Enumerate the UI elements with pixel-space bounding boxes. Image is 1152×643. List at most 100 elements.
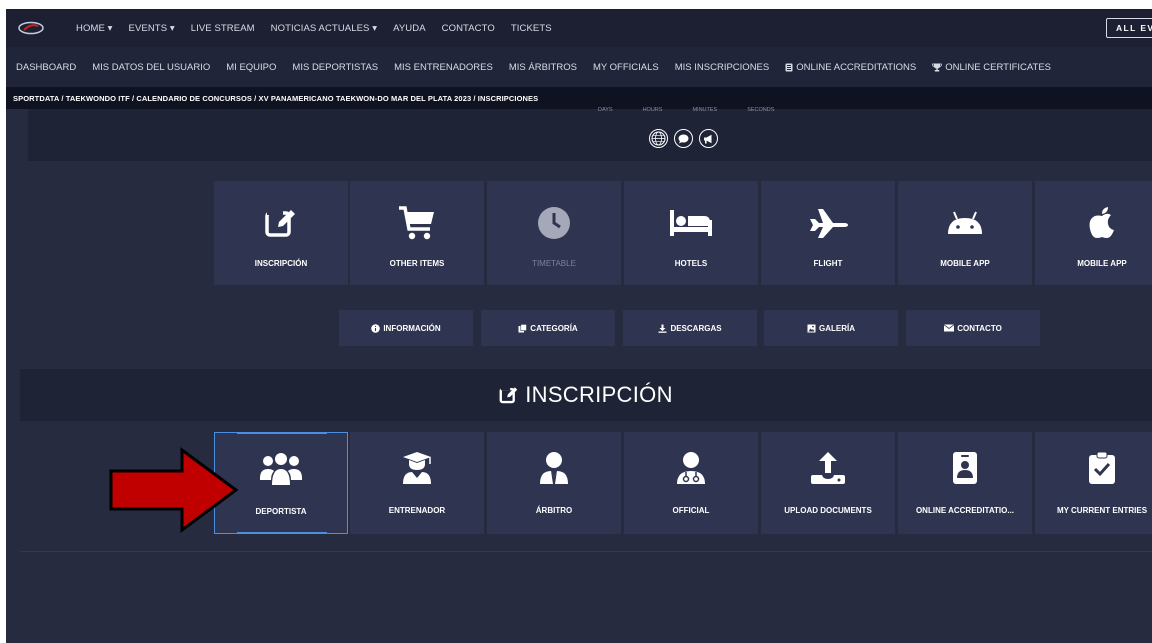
nav-contacto[interactable]: CONTACTO [442, 23, 495, 34]
globe-icon[interactable] [649, 129, 668, 148]
tile-label: HOTELS [674, 259, 708, 268]
section-title: INSCRIPCIÓN [525, 382, 673, 407]
coach-icon [403, 452, 431, 484]
info-circle-icon [371, 323, 381, 333]
subnav-mi-equipo[interactable]: MI EQUIPO [226, 62, 276, 73]
megaphone-icon[interactable] [699, 129, 718, 148]
info-button-informacion[interactable]: INFORMACIÓN [339, 310, 473, 346]
sportdata-logo-icon[interactable] [18, 21, 44, 35]
content-divider [20, 551, 1152, 552]
subnav-mis-entrenadores[interactable]: MIS ENTRENADORES [394, 62, 493, 73]
subnav-mis-deportistas[interactable]: MIS DEPORTISTAS [292, 62, 378, 73]
online-certificates-label: ONLINE CERTIFICATES [945, 61, 1051, 73]
tile-online-accreditation[interactable]: ONLINE ACCREDITATIO... [898, 432, 1032, 534]
upload-icon [811, 452, 845, 484]
info-button-label: DESCARGAS [670, 323, 722, 333]
id-badge-icon [953, 452, 977, 484]
selected-indicator-top [237, 432, 327, 434]
tile-entrenador[interactable]: ENTRENADOR [350, 432, 484, 534]
referee-icon [540, 452, 568, 484]
countdown-hours-label: HOURS [642, 107, 663, 113]
trophy-icon [932, 63, 943, 71]
envelope-icon [944, 324, 955, 332]
tile-mobile-app-android[interactable]: MOBILE APP [898, 181, 1032, 285]
event-header [28, 109, 1152, 161]
tile-label: TIMETABLE [532, 259, 576, 268]
section-header: INSCRIPCIÓN [20, 369, 1152, 421]
tile-label: ENTRENADOR [388, 506, 446, 515]
tile-mobile-app-apple[interactable]: MOBILE APP [1035, 181, 1152, 285]
tile-label: MOBILE APP [1077, 259, 1127, 268]
info-button-galeria[interactable]: GALERÍA [764, 310, 898, 346]
nav-tickets[interactable]: TICKETS [511, 23, 552, 34]
subnav-mis-arbitros[interactable]: MIS ÁRBITROS [509, 62, 577, 73]
info-button-categoria[interactable]: CATEGORÍA [481, 310, 615, 346]
annotation-arrow-icon [109, 447, 239, 533]
tile-other-items[interactable]: OTHER ITEMS [350, 181, 484, 285]
nav-events[interactable]: EVENTS ▾ [129, 23, 175, 34]
tile-my-current-entries[interactable]: MY CURRENT ENTRIES [1035, 432, 1152, 534]
tile-label: FLIGHT [813, 259, 843, 268]
subnav-mis-datos[interactable]: MIS DATOS DEL USUARIO [92, 62, 210, 73]
apple-icon [1089, 207, 1114, 238]
clock-icon [538, 207, 570, 239]
info-button-label: CATEGORÍA [530, 323, 578, 333]
tile-label: MY CURRENT ENTRIES [1056, 506, 1148, 515]
countdown-seconds-label: SECONDS [747, 107, 775, 113]
browser-viewport: HOME ▾ EVENTS ▾ LIVE STREAM NOTICIAS ACT… [6, 9, 1152, 643]
bed-icon [670, 210, 712, 236]
subnav-dashboard[interactable]: DASHBOARD [16, 62, 76, 73]
info-button-label: INFORMACIÓN [383, 323, 441, 333]
chat-icon[interactable] [674, 129, 693, 148]
info-button-label: GALERÍA [819, 323, 855, 333]
tile-label: UPLOAD DOCUMENTS [784, 506, 872, 515]
tile-flight[interactable]: FLIGHT [761, 181, 895, 285]
plane-icon [810, 209, 848, 238]
nav-ayuda[interactable]: AYUDA [393, 23, 426, 34]
countdown-minutes-label: MINUTES [692, 107, 718, 113]
tile-label: MOBILE APP [940, 259, 990, 268]
clipboard-check-icon [1089, 451, 1115, 484]
tile-hotels[interactable]: HOTELS [624, 181, 758, 285]
tile-inscripcion[interactable]: INSCRIPCIÓN [214, 181, 348, 285]
info-button-contacto[interactable]: CONTACTO [906, 310, 1040, 346]
image-icon [807, 324, 816, 332]
info-button-label: CONTACTO [957, 323, 1002, 333]
nav-home[interactable]: HOME ▾ [76, 23, 113, 34]
official-icon [677, 452, 705, 484]
tile-timetable: TIMETABLE [487, 181, 621, 285]
user-navigation: DASHBOARD MIS DATOS DEL USUARIO MI EQUIP… [6, 47, 1152, 87]
tile-label: OFFICIAL [672, 506, 710, 515]
subnav-my-officials[interactable]: MY OFFICIALS [593, 62, 659, 73]
selected-indicator-bottom [237, 532, 327, 534]
info-button-descargas[interactable]: DESCARGAS [623, 310, 757, 346]
tile-label: DEPORTISTA [255, 507, 307, 516]
nav-noticias[interactable]: NOTICIAS ACTUALES ▾ [271, 23, 377, 34]
event-social-links [649, 129, 724, 148]
countdown: DAYS HOURS MINUTES SECONDS [598, 107, 804, 113]
edit-icon [499, 386, 518, 404]
copy-icon [518, 323, 528, 332]
tile-label: OTHER ITEMS [389, 259, 445, 268]
subnav-online-certificates[interactable]: ONLINE CERTIFICATES [932, 62, 1051, 73]
countdown-days-label: DAYS [598, 107, 613, 113]
top-navigation: HOME ▾ EVENTS ▾ LIVE STREAM NOTICIAS ACT… [6, 9, 1152, 47]
download-icon [658, 324, 667, 333]
edit-icon [265, 209, 295, 237]
nav-live-stream[interactable]: LIVE STREAM [191, 23, 255, 34]
athletes-icon [260, 453, 302, 485]
cart-icon [399, 206, 434, 240]
online-accreditations-label: ONLINE ACCREDITATIONS [796, 61, 917, 73]
tile-arbitro[interactable]: ÁRBITRO [487, 432, 621, 534]
tile-label: INSCRIPCIÓN [254, 259, 308, 268]
breadcrumb: SPORTDATA / TAEKWONDO ITF / CALENDARIO D… [6, 87, 1152, 109]
tile-label: ONLINE ACCREDITATIO... [915, 506, 1015, 515]
android-icon [948, 211, 982, 234]
subnav-online-accreditations[interactable]: ONLINE ACCREDITATIONS [785, 62, 916, 73]
tile-upload-documents[interactable]: UPLOAD DOCUMENTS [761, 432, 895, 534]
subnav-mis-inscripciones[interactable]: MIS INSCRIPCIONES [675, 62, 770, 73]
id-card-icon [785, 63, 793, 71]
tile-official[interactable]: OFFICIAL [624, 432, 758, 534]
tile-label: ÁRBITRO [535, 506, 573, 515]
all-events-button[interactable]: ALL EV [1106, 18, 1152, 38]
